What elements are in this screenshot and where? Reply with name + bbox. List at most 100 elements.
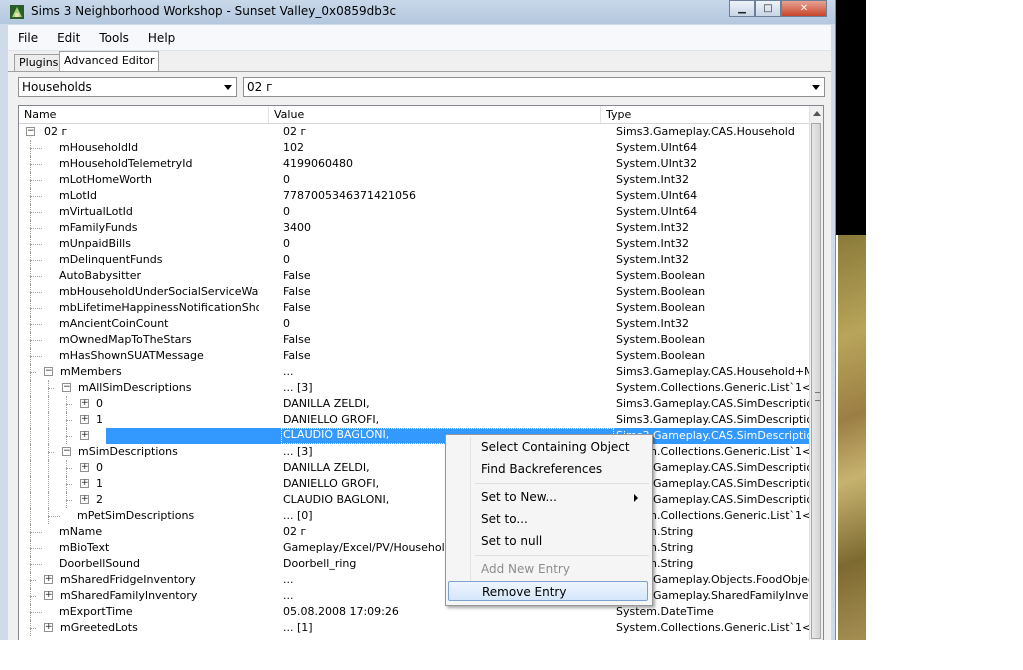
property-value[interactable]: 0 bbox=[283, 254, 613, 266]
property-value[interactable]: 05.08.2008 17:09:26 bbox=[283, 606, 613, 618]
tree-line bbox=[30, 148, 42, 149]
tree-row[interactable]: mDelinquentFunds 0 System.Int32 bbox=[19, 252, 812, 268]
tree-row[interactable]: +0 DANILLA ZELDI, Sims3.Gameplay.CAS.SimDe… bbox=[19, 396, 812, 412]
menu-tools[interactable]: Tools bbox=[89, 31, 138, 45]
expand-icon[interactable]: + bbox=[80, 463, 89, 472]
property-value[interactable]: ... [3] bbox=[283, 382, 613, 394]
tree-row[interactable]: +1 DANIELLO GROFI, Sims3.Gameplay.CAS.SimD… bbox=[19, 412, 812, 428]
tree-row[interactable]: − mMembers... Sims3.Gameplay.CAS.Household… bbox=[19, 364, 812, 380]
tree-row[interactable]: mExportTime 05.08.2008 17:09:26 System.Dat… bbox=[19, 604, 812, 620]
expand-icon[interactable]: + bbox=[80, 399, 89, 408]
tree-row[interactable]: mPetSimDescriptions... [0] System.Collect… bbox=[19, 508, 812, 524]
expand-icon[interactable]: + bbox=[80, 415, 89, 424]
column-header-type[interactable]: Type bbox=[601, 106, 812, 123]
property-value[interactable]: 3400 bbox=[283, 222, 613, 234]
expand-icon[interactable]: + bbox=[44, 575, 53, 584]
tree-row[interactable]: mVirtualLotId 0 System.UInt64 bbox=[19, 204, 812, 220]
minimize-button[interactable]: ▁ bbox=[729, 0, 755, 17]
tree-row[interactable]: mBioText Gameplay/Excel/PV/Households:L Sy… bbox=[19, 540, 812, 556]
menu-item-find-backreferences[interactable]: Find Backreferences bbox=[448, 459, 648, 479]
tree-row[interactable]: mAncientCoinCount 0 System.Int32 bbox=[19, 316, 812, 332]
menu-item-select-containing-object[interactable]: Select Containing Object bbox=[448, 437, 648, 457]
menu-item-set-to-new[interactable]: Set to New... bbox=[448, 487, 648, 507]
menu-file[interactable]: File bbox=[8, 31, 47, 45]
expand-icon[interactable]: + bbox=[44, 591, 53, 600]
tree-row[interactable]: AutoBabysitter False System.Boolean bbox=[19, 268, 812, 284]
title-bar[interactable]: Sims 3 Neighborhood Workshop - Sunset Va… bbox=[0, 0, 835, 24]
app-icon bbox=[10, 5, 24, 19]
tree-row[interactable]: +2 CLAUDIO BAGLONI, Sims3.Gameplay.CAS.Sim… bbox=[19, 492, 812, 508]
expand-icon[interactable]: + bbox=[80, 431, 89, 440]
menu-item-remove-entry[interactable]: Remove Entry bbox=[448, 581, 648, 601]
property-value[interactable]: 0 bbox=[283, 238, 613, 250]
expand-icon[interactable]: + bbox=[80, 479, 89, 488]
tree-row[interactable]: + mSharedFamilyInventory... Sims3.Gameplay… bbox=[19, 588, 812, 604]
property-value[interactable]: DANIELLO GROFI, bbox=[283, 414, 613, 426]
tree-row[interactable]: mOwnedMapToTheStars False System.Boolean bbox=[19, 332, 812, 348]
tree-rows: −02 г 02 г Sims3.Gameplay.CAS.Household mHo… bbox=[19, 124, 812, 636]
tree-row[interactable]: mHasShownSUATMessage False System.Boolean bbox=[19, 348, 812, 364]
tree-row[interactable]: −02 г 02 г Sims3.Gameplay.CAS.Household bbox=[19, 124, 812, 140]
close-icon: ✕ bbox=[799, 3, 809, 14]
collapse-icon[interactable]: − bbox=[26, 127, 35, 136]
tree-row[interactable]: +2 CLAUDIO BAGLONI, Sims3.Gameplay.CAS.Sim… bbox=[19, 428, 812, 444]
tree-row[interactable]: mbHouseholdUnderSocialServiceWatch False S… bbox=[19, 284, 812, 300]
property-name: mSharedFamilyInventory bbox=[60, 590, 198, 602]
maximize-button[interactable]: □ bbox=[755, 0, 781, 17]
property-value[interactable]: False bbox=[283, 350, 613, 362]
tree-row[interactable]: mName 02 г System.String bbox=[19, 524, 812, 540]
property-value[interactable]: 0 bbox=[283, 206, 613, 218]
tree-row[interactable]: mLotId 7787005346371421056 System.UInt64 bbox=[19, 188, 812, 204]
expand-icon[interactable]: + bbox=[44, 623, 53, 632]
tree-row[interactable]: mHouseholdId 102 System.UInt64 bbox=[19, 140, 812, 156]
tree-row[interactable]: DoorbellSound Doorbell_ring System.String bbox=[19, 556, 812, 572]
property-name: mPetSimDescriptions bbox=[77, 510, 195, 522]
property-value[interactable]: 02 г bbox=[283, 126, 613, 138]
tree-row[interactable]: mHouseholdTelemetryId 4199060480 System.UI… bbox=[19, 156, 812, 172]
menu-separator bbox=[475, 555, 649, 556]
property-name: mSimDescriptions bbox=[78, 446, 178, 458]
property-value[interactable]: 0 bbox=[283, 174, 613, 186]
tab-plugins[interactable]: Plugins bbox=[14, 54, 64, 71]
category-dropdown[interactable]: Households bbox=[18, 77, 237, 97]
property-type: Sims3.Gameplay.CAS.SimDescription bbox=[616, 398, 811, 410]
menu-item-set-to[interactable]: Set to... bbox=[448, 509, 648, 529]
collapse-icon[interactable]: − bbox=[62, 383, 71, 392]
tree-row[interactable]: + mGreetedLots ... [1] System.Collections.G… bbox=[19, 620, 812, 636]
tree-row[interactable]: +1 DANIELLO GROFI, Sims3.Gameplay.CAS.SimD… bbox=[19, 476, 812, 492]
property-value[interactable]: DANILLA ZELDI, bbox=[283, 398, 613, 410]
column-header-value[interactable]: Value bbox=[269, 106, 601, 123]
menu-help[interactable]: Help bbox=[138, 31, 184, 45]
collapse-icon[interactable]: − bbox=[62, 447, 71, 456]
column-header-name[interactable]: Name bbox=[19, 106, 269, 123]
menu-edit[interactable]: Edit bbox=[47, 31, 89, 45]
property-value[interactable]: ... bbox=[283, 366, 613, 378]
expand-icon[interactable]: + bbox=[80, 495, 89, 504]
tree-row[interactable]: − mAllSimDescriptions ... [3] System.Collec… bbox=[19, 380, 812, 396]
property-value[interactable]: 4199060480 bbox=[283, 158, 613, 170]
property-value[interactable]: ... [1] bbox=[283, 622, 613, 634]
tree-row[interactable]: mLotHomeWorth 0 System.Int32 bbox=[19, 172, 812, 188]
tree-row[interactable]: mUnpaidBills 0 System.Int32 bbox=[19, 236, 812, 252]
tree-row[interactable]: − mSimDescriptions... [3] System.Collectio… bbox=[19, 444, 812, 460]
property-value[interactable]: False bbox=[283, 302, 613, 314]
property-value[interactable]: 0 bbox=[283, 318, 613, 330]
tree-row[interactable]: +0 DANILLA ZELDI, Sims3.Gameplay.CAS.SimDe… bbox=[19, 460, 812, 476]
property-value[interactable]: 102 bbox=[283, 142, 613, 154]
tree-line bbox=[48, 388, 54, 389]
property-value[interactable]: False bbox=[283, 286, 613, 298]
tree-row[interactable]: mbLifetimeHappinessNotificationShown Fals… bbox=[19, 300, 812, 316]
close-button[interactable]: ✕ bbox=[781, 0, 827, 17]
tab-advanced-editor[interactable]: Advanced Editor bbox=[59, 51, 160, 72]
vertical-scrollbar[interactable] bbox=[809, 106, 823, 640]
menu-item-set-to-null[interactable]: Set to null bbox=[448, 531, 648, 551]
scroll-up-icon[interactable] bbox=[813, 111, 821, 116]
tree-row[interactable]: + mSharedFridgeInventory... Sims3.Gameplay… bbox=[19, 572, 812, 588]
property-value[interactable]: False bbox=[283, 334, 613, 346]
object-dropdown[interactable]: 02 г bbox=[243, 77, 825, 97]
property-value[interactable]: 7787005346371421056 bbox=[283, 190, 613, 202]
tree-row[interactable]: mFamilyFunds 3400 System.Int32 bbox=[19, 220, 812, 236]
scrollbar-thumb[interactable] bbox=[811, 123, 821, 639]
property-value[interactable]: False bbox=[283, 270, 613, 282]
collapse-icon[interactable]: − bbox=[44, 367, 53, 376]
